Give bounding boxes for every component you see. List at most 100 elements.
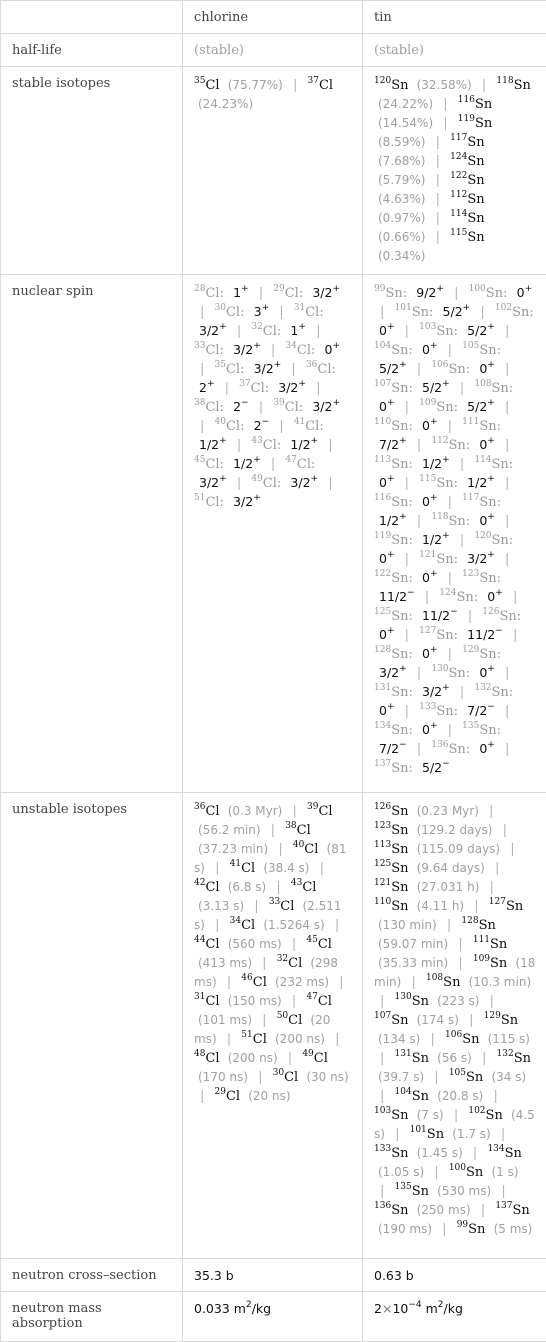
separator: | — [265, 457, 281, 472]
element-symbol: Sn — [501, 1013, 518, 1028]
element-symbol: Sn: — [391, 419, 413, 434]
element-symbol: Sn — [486, 1108, 503, 1123]
element-symbol: Sn: — [492, 457, 514, 472]
element-symbol: Sn: — [391, 761, 413, 776]
spin-value: 1+ — [285, 323, 306, 338]
element-symbol: Sn: — [449, 666, 471, 681]
separator: | — [442, 571, 458, 586]
parity: + — [442, 379, 450, 389]
spin-value: 1/2+ — [194, 437, 227, 452]
abundance-or-half-life: (101 ms) — [194, 1013, 252, 1027]
parity: + — [332, 398, 340, 408]
separator: | — [285, 362, 301, 377]
abundance-or-half-life: (115.09 days) — [413, 842, 501, 856]
element-symbol: Sn — [514, 78, 531, 93]
element-symbol: Sn: — [479, 723, 501, 738]
spin-entry: 38Cl: 2− — [194, 400, 249, 415]
element-symbol: Cl: — [205, 286, 223, 301]
isotope-entry: 30Cl (30 ns) — [273, 1070, 349, 1085]
spin-entry: 134Sn: 0+ — [374, 723, 438, 738]
spin-value: 11/2− — [462, 627, 503, 642]
isotope-entry: 130Sn (223 s) — [395, 994, 480, 1009]
element-symbol: Sn — [391, 861, 408, 876]
value: 0.033 — [194, 1301, 230, 1316]
parity: + — [253, 455, 261, 465]
separator: | — [374, 1051, 390, 1066]
separator: | — [430, 211, 446, 226]
spin-entry: 115Sn: 1/2+ — [419, 476, 495, 491]
mass-number: 128 — [374, 645, 391, 655]
mass-number: 137 — [495, 1201, 512, 1211]
separator: | — [231, 476, 247, 491]
mass-number: 29 — [215, 1087, 226, 1097]
mass-number: 112 — [431, 436, 448, 446]
parity: − — [495, 626, 503, 636]
mass-number: 30 — [273, 1068, 284, 1078]
abundance-or-half-life: (8.59%) — [374, 135, 425, 149]
abundance-or-half-life: (5 ms) — [490, 1222, 533, 1236]
separator: | — [462, 609, 478, 624]
parity: + — [387, 550, 395, 560]
separator: | — [194, 1089, 210, 1104]
row-unstable-isotopes: unstable isotopes 36Cl (0.3 Myr) | 39Cl … — [1, 793, 546, 1259]
abundance-or-half-life: (200 ns) — [271, 1032, 325, 1046]
abundance-or-half-life: (32.58%) — [413, 78, 472, 92]
spin-value: 5/2− — [417, 760, 450, 775]
element-symbol: Sn: — [492, 381, 514, 396]
mass-number: 111 — [462, 417, 479, 427]
spin-entry: 107Sn: 5/2+ — [374, 381, 450, 396]
element-symbol: Cl — [241, 861, 255, 876]
parity: + — [311, 474, 319, 484]
mass-number: 118 — [431, 512, 448, 522]
mass-number: 121 — [374, 878, 391, 888]
abundance-or-half-life: (129.2 days) — [413, 823, 493, 837]
separator: | — [452, 956, 468, 971]
element-symbol: Sn — [391, 823, 408, 838]
mass-number: 113 — [374, 455, 391, 465]
separator: | — [504, 842, 520, 857]
separator: | — [194, 419, 210, 434]
element-symbol: Sn — [467, 135, 484, 150]
element-symbol: Cl — [314, 1051, 328, 1066]
tin-half-life: (stable) — [363, 34, 546, 67]
parity: − — [262, 417, 270, 427]
spin-value: 7/2− — [374, 741, 407, 756]
mass-number: 39 — [273, 398, 284, 408]
element-symbol: Cl — [318, 937, 332, 952]
parity: + — [399, 512, 407, 522]
mass-number: 40 — [293, 840, 304, 850]
element-symbol: Sn: — [449, 362, 471, 377]
abundance-or-half-life: (0.66%) — [374, 230, 425, 244]
element-symbol: Cl: — [285, 286, 303, 301]
element-symbol: Sn: — [391, 647, 413, 662]
mass-number: 132 — [474, 683, 491, 693]
spin-entry: 49Cl: 3/2+ — [251, 476, 318, 491]
separator: | — [467, 1146, 483, 1161]
separator: | — [441, 918, 457, 933]
mass-number: 120 — [374, 76, 391, 86]
mass-number: 114 — [474, 455, 491, 465]
separator: | — [499, 438, 515, 453]
element-symbol: Sn — [391, 842, 408, 857]
separator: | — [454, 685, 470, 700]
spin-value: 2− — [228, 399, 249, 414]
mass-number: 129 — [484, 1011, 501, 1021]
mass-number: 105 — [462, 341, 479, 351]
spin-entry: 128Sn: 0+ — [374, 647, 438, 662]
separator: | — [442, 495, 458, 510]
chlorine-neutron-mass-absorption: 0.033 m2/kg — [183, 1292, 363, 1342]
separator: | — [489, 861, 505, 876]
separator: | — [452, 937, 468, 952]
separator: | — [442, 723, 458, 738]
parity: − — [407, 588, 415, 598]
element-symbol: Sn — [467, 154, 484, 169]
mass-number: 51 — [194, 493, 205, 503]
element-symbol: Cl — [253, 975, 267, 990]
mass-number: 45 — [306, 935, 317, 945]
tin-neutron-cross-section: 0.63 b — [363, 1259, 546, 1292]
element-symbol: Cl — [241, 918, 255, 933]
spin-value: 2+ — [194, 380, 215, 395]
parity: + — [487, 550, 495, 560]
chlorine-stable-isotopes: 35Cl (75.77%) | 37Cl (24.23%) — [183, 67, 363, 275]
element-symbol: Sn: — [492, 685, 514, 700]
